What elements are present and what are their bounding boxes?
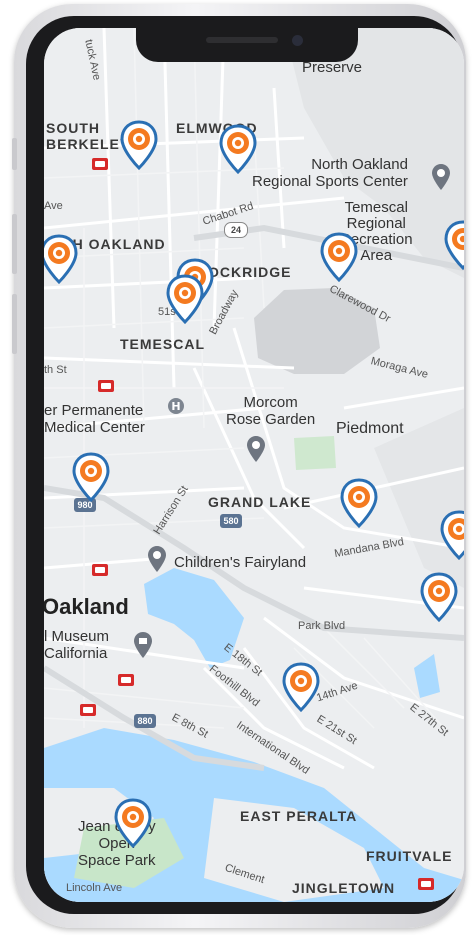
charging-station-pin-icon[interactable] [114, 798, 152, 849]
volume-down-button [12, 294, 17, 354]
neighborhood-label-east-peralta: EAST PERALTA [240, 808, 358, 824]
charging-station-pin-icon[interactable] [72, 452, 110, 503]
neighborhood-label-temescal: TEMESCAL [120, 336, 205, 352]
transit-station-icon[interactable] [92, 158, 108, 170]
transit-station-icon[interactable] [98, 380, 114, 392]
volume-up-button [12, 214, 17, 274]
museum-pin-icon[interactable] [134, 632, 152, 658]
street-label-park-blvd: Park Blvd [298, 620, 346, 632]
charging-station-pin-icon[interactable] [420, 572, 458, 623]
charging-station-pin-icon[interactable] [340, 478, 378, 529]
neighborhood-label-fruitvale: FRUITVALE [366, 848, 453, 864]
map-screen[interactable]: alPreserve SOUTH BERKELEY ELMWOOD North … [44, 28, 464, 902]
highway-number: 880 [137, 716, 153, 726]
street-label-th-st: th St [44, 364, 67, 376]
place-label-childrens-fairyland: Children's Fairyland [174, 554, 307, 571]
city-label-oakland: Oakland [44, 594, 129, 619]
sports-center-pin-icon[interactable] [432, 164, 450, 190]
phone-notch [136, 28, 358, 62]
park-area [294, 436, 336, 470]
charging-station-pin-icon[interactable] [166, 274, 204, 325]
transit-station-icon[interactable] [418, 878, 434, 890]
street-label-ave: Ave [44, 200, 63, 212]
garden-pin-icon[interactable] [247, 436, 265, 462]
highway-number: 580 [223, 516, 239, 526]
hospital-icon[interactable]: H [168, 398, 184, 414]
neighborhood-label-rockridge: OCKRIDGE [208, 264, 292, 280]
transit-station-icon[interactable] [80, 704, 96, 716]
place-label-north-oakland-sports: North Oakland Regional Sports Center [252, 156, 408, 190]
charging-station-pin-icon[interactable] [444, 220, 464, 271]
charging-station-pin-icon[interactable] [120, 120, 158, 171]
place-label-morcom-rose-garden: Morcom Rose Garden [226, 394, 316, 428]
transit-station-icon[interactable] [118, 674, 134, 686]
mute-switch [12, 138, 17, 170]
place-label-museum-california: l Museum California [44, 628, 110, 662]
transit-station-icon[interactable] [92, 564, 108, 576]
place-label-piedmont: Piedmont [336, 420, 404, 437]
charging-station-pin-icon[interactable] [44, 234, 78, 285]
highway-shield-24: 24 [224, 222, 248, 238]
neighborhood-label-south-berkeley: SOUTH BERKELEY [46, 120, 131, 152]
place-label-permanente: er Permanente Medical Center [44, 402, 145, 436]
speaker-grille [206, 37, 278, 43]
highway-shield-880: 880 [134, 714, 156, 728]
charging-station-pin-icon[interactable] [219, 124, 257, 175]
highway-number: 24 [230, 225, 241, 235]
charging-station-pin-icon[interactable] [320, 232, 358, 283]
front-camera [292, 35, 303, 46]
charging-station-pin-icon[interactable] [282, 662, 320, 713]
attraction-pin-icon[interactable] [148, 546, 166, 572]
svg-text:H: H [171, 400, 180, 413]
charging-station-pin-icon[interactable] [440, 510, 464, 561]
neighborhood-label-jingletown: JINGLETOWN [292, 880, 396, 896]
highway-shield-580: 580 [220, 514, 242, 528]
street-label-lincoln: Lincoln Ave [66, 882, 123, 894]
neighborhood-label-grand-lake: GRAND LAKE [208, 494, 312, 510]
